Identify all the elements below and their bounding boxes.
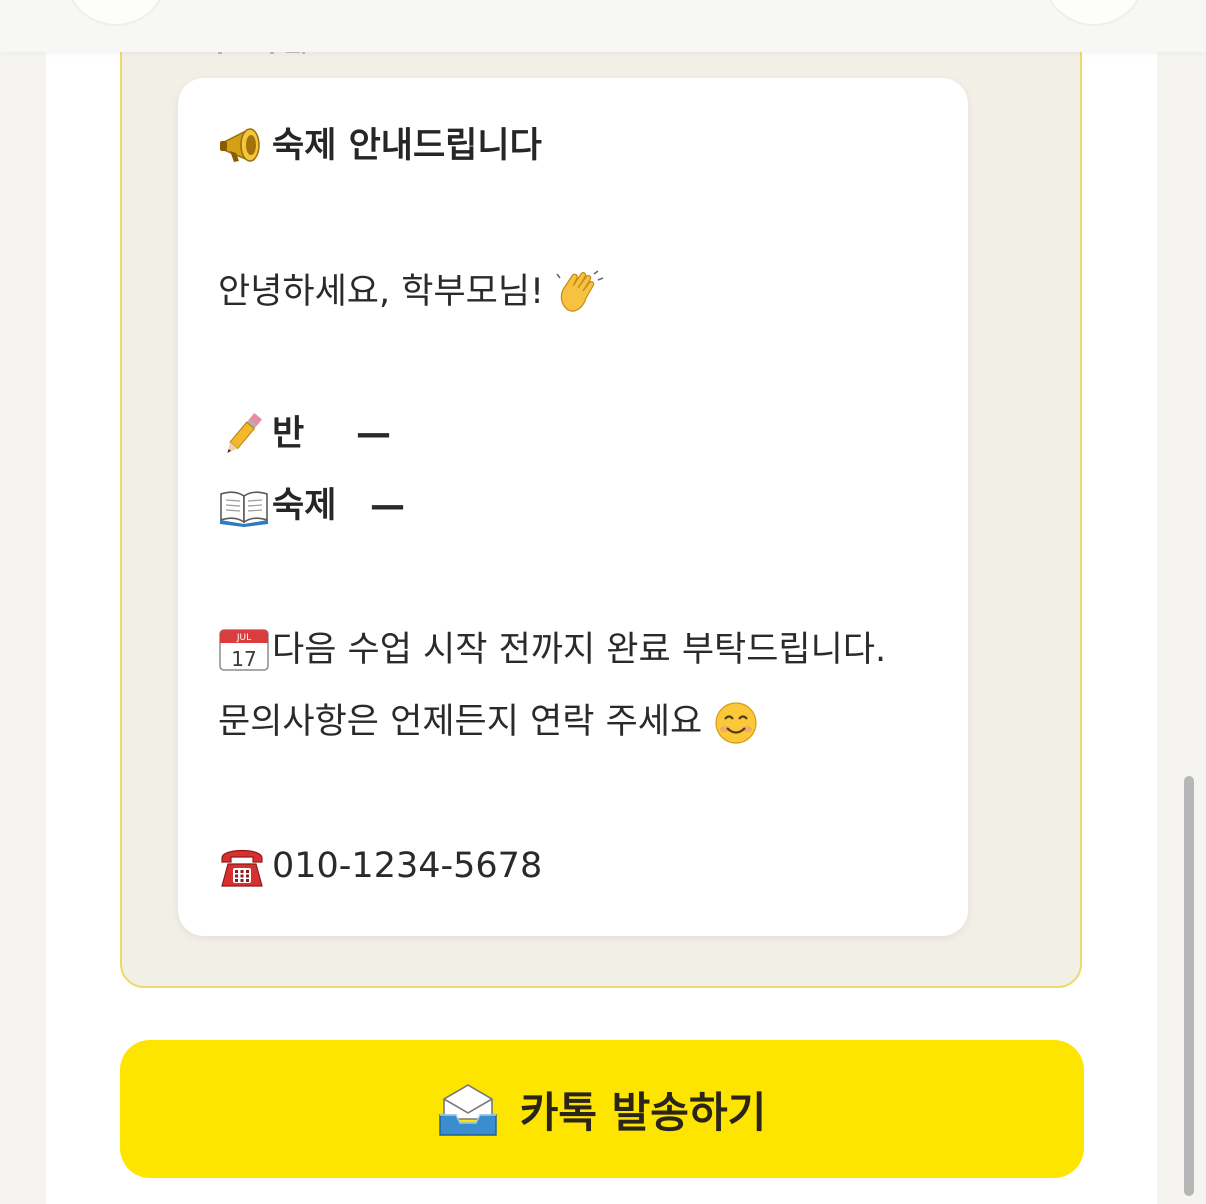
homework-value: — bbox=[370, 486, 405, 526]
deadline-text: 다음 수업 시작 전까지 완료 부탁드립니다. bbox=[272, 630, 887, 670]
message-title-row: 숙제 안내드립니다 bbox=[218, 124, 542, 168]
pencil-icon bbox=[218, 412, 272, 456]
message-title: 숙제 안내드립니다 bbox=[272, 126, 542, 166]
homework-row: 숙제 — bbox=[218, 484, 405, 528]
back-button[interactable] bbox=[64, 0, 168, 26]
telephone-icon bbox=[218, 844, 272, 888]
phone-number: 010-1234-5678 bbox=[272, 846, 543, 886]
deadline-row: JUL 17 다음 수업 시작 전까지 완료 부탁드립니다. bbox=[218, 628, 886, 672]
calendar-icon: JUL 17 bbox=[218, 628, 272, 672]
send-button-label: 카톡 발송하기 bbox=[519, 1087, 767, 1137]
class-label: 반 bbox=[272, 414, 305, 454]
phone-row: 010-1234-5678 bbox=[218, 844, 542, 888]
message-greeting-row: 안녕하세요, 학부모님! bbox=[218, 270, 608, 314]
message-bubble: 숙제 안내드립니다 안녕하세요, 학부모님! 반 — 숙제 — JUL 17 다… bbox=[178, 78, 968, 936]
scrollbar-thumb[interactable] bbox=[1184, 776, 1194, 1196]
class-value: — bbox=[356, 414, 391, 454]
homework-label: 숙제 bbox=[272, 486, 337, 526]
calendar-icon-day: 17 bbox=[231, 647, 256, 671]
send-kakaotalk-button[interactable]: 카톡 발송하기 bbox=[120, 1040, 1084, 1178]
open-book-icon bbox=[218, 484, 272, 528]
smiling-face-icon bbox=[712, 700, 766, 744]
waving-hand-icon bbox=[554, 270, 608, 314]
top-bar bbox=[0, 0, 1206, 52]
contact-text: 문의사항은 언제든지 연락 주세요 bbox=[218, 702, 703, 742]
menu-button[interactable] bbox=[1042, 0, 1146, 26]
calendar-icon-month: JUL bbox=[236, 633, 251, 643]
message-greeting: 안녕하세요, 학부모님! bbox=[218, 272, 545, 312]
class-row: 반 — bbox=[218, 412, 391, 456]
contact-row: 문의사항은 언제든지 연락 주세요 bbox=[218, 700, 766, 744]
envelope-tray-icon bbox=[438, 1081, 498, 1137]
megaphone-icon bbox=[218, 124, 272, 168]
